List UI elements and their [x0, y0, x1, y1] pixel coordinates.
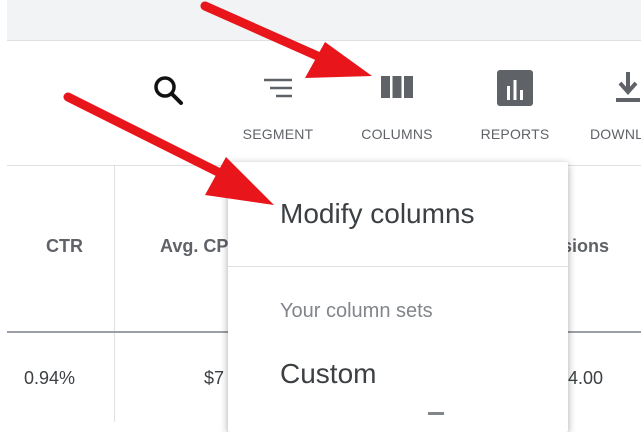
search-label: SEARCH — [140, 126, 180, 142]
segment-label: SEGMENT — [242, 126, 314, 142]
search-icon — [154, 76, 183, 105]
column-sets-heading: Your column sets — [280, 300, 433, 322]
top-bar-divider — [0, 40, 641, 41]
search-button[interactable]: SEARCH — [108, 60, 228, 160]
download-button[interactable]: DOWNLOAD — [574, 60, 641, 160]
cell-avg-cpc: $7 — [204, 368, 225, 388]
menu-divider — [228, 266, 568, 267]
columns-label: COLUMNS — [361, 126, 433, 142]
columns-button[interactable]: COLUMNS — [337, 60, 457, 160]
menu-next-item-partial — [428, 412, 444, 425]
download-label: DOWNLOAD — [590, 126, 641, 142]
reports-icon — [497, 70, 533, 106]
segment-icon — [264, 78, 292, 98]
custom-column-set-option[interactable]: Custom — [280, 358, 376, 390]
segment-button[interactable]: SEGMENT — [218, 60, 338, 160]
columns-dropdown-menu: Modify columns Your column sets Custom — [228, 162, 568, 432]
cell-ctr: 0.94% — [24, 368, 76, 388]
column-header-ctr[interactable]: CTR — [46, 236, 83, 257]
download-icon — [616, 72, 640, 102]
reports-label: REPORTS — [480, 126, 550, 142]
top-bar — [0, 0, 641, 40]
reports-button[interactable]: REPORTS — [455, 60, 575, 160]
columns-icon — [381, 76, 413, 98]
column-divider — [114, 165, 115, 422]
modify-columns-option[interactable]: Modify columns — [280, 198, 475, 230]
left-edge — [0, 0, 7, 422]
